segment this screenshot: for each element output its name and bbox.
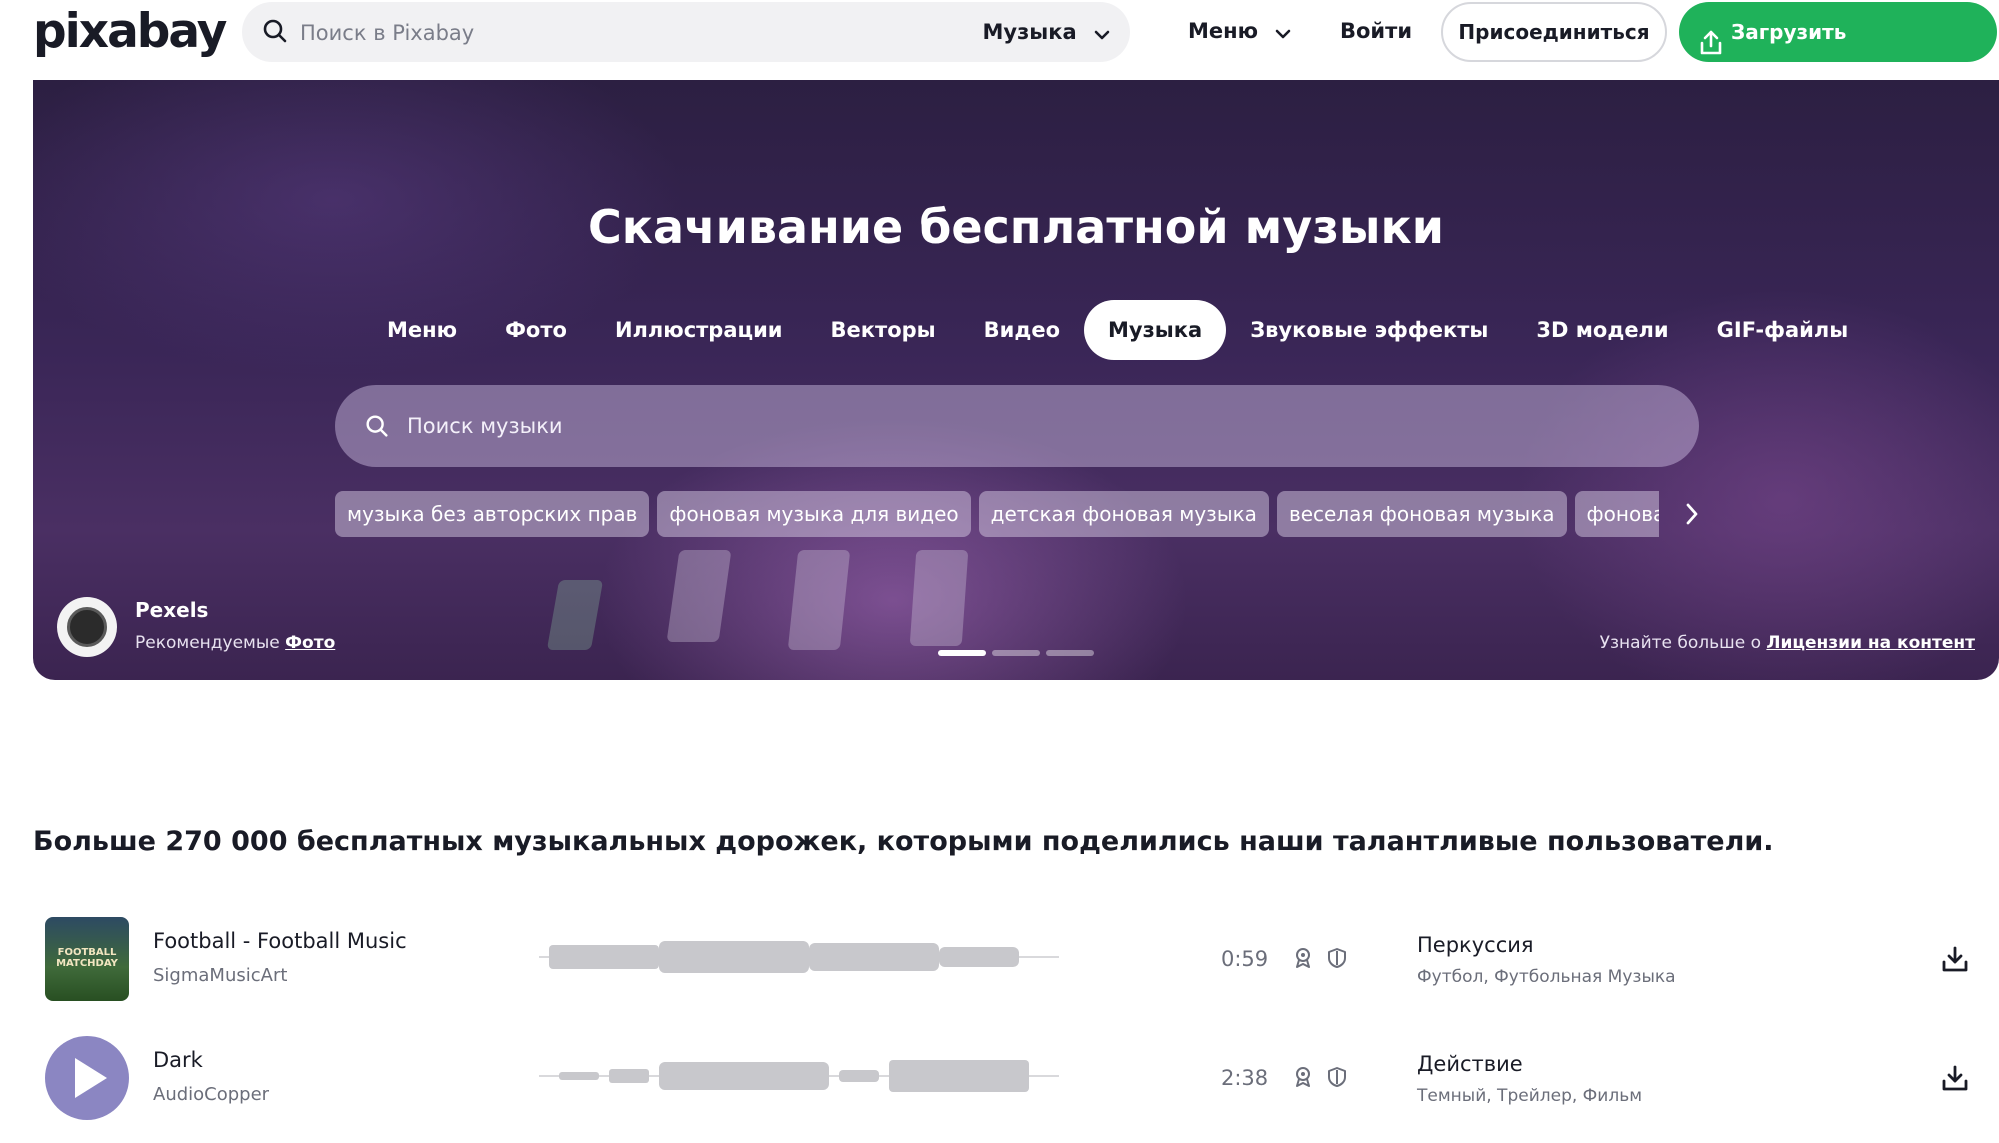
tab-videos[interactable]: Видео bbox=[960, 300, 1084, 360]
play-icon bbox=[73, 1056, 109, 1104]
search-icon bbox=[260, 16, 290, 50]
track-genre[interactable]: Действие bbox=[1417, 1052, 1523, 1076]
slide-dot[interactable] bbox=[938, 650, 986, 656]
shield-icon bbox=[1327, 947, 1347, 973]
suggestion-chip[interactable]: веселая фоновая музыка bbox=[1276, 491, 1567, 537]
shield-icon bbox=[1327, 1066, 1347, 1092]
track-genre[interactable]: Перкуссия bbox=[1417, 933, 1534, 957]
search-category-dropdown[interactable]: Музыка bbox=[982, 20, 1110, 45]
slide-dot[interactable] bbox=[992, 650, 1040, 656]
tab-music[interactable]: Музыка bbox=[1084, 300, 1227, 360]
download-icon[interactable] bbox=[1941, 1064, 1969, 1096]
track-tags[interactable]: Футбол, Футбольная Музыка bbox=[1417, 967, 1676, 987]
suggestion-chip[interactable]: фоновая bbox=[1574, 491, 1659, 537]
chevron-right-icon[interactable] bbox=[1685, 502, 1699, 530]
background-shape bbox=[666, 550, 732, 642]
suggestion-chip[interactable]: детская фоновая музыка bbox=[978, 491, 1269, 537]
track-author[interactable]: AudioCopper bbox=[153, 1084, 269, 1105]
license-prefix: Узнайте больше о bbox=[1599, 633, 1761, 653]
tab-photos[interactable]: Фото bbox=[481, 300, 591, 360]
tab-sound-effects[interactable]: Звуковые эффекты bbox=[1226, 300, 1512, 360]
nav-menu-dropdown[interactable]: Меню bbox=[1188, 19, 1291, 44]
award-icon bbox=[1293, 947, 1313, 973]
upload-button[interactable]: Загрузить фотографии bbox=[1679, 2, 1997, 104]
track-title[interactable]: Football - Football Music bbox=[153, 929, 407, 953]
hero-title: Скачивание бесплатной музыки bbox=[588, 200, 1444, 254]
credit-subtitle: Рекомендуемые Фото bbox=[135, 633, 335, 653]
tab-all[interactable]: Меню bbox=[363, 300, 481, 360]
track-waveform[interactable] bbox=[539, 937, 1059, 981]
hero-banner: Скачивание бесплатной музыки Меню Фото И… bbox=[33, 80, 1999, 680]
avatar[interactable] bbox=[57, 597, 117, 657]
download-icon[interactable] bbox=[1941, 945, 1969, 977]
credit-subtitle-prefix: Рекомендуемые bbox=[135, 633, 280, 653]
track-row[interactable]: FOOTBALL MATCHDAY Football - Football Mu… bbox=[33, 917, 1999, 1007]
background-shape bbox=[787, 550, 851, 650]
search-category-label: Музыка bbox=[982, 20, 1077, 44]
tab-3d-models[interactable]: 3D модели bbox=[1512, 300, 1692, 360]
track-cover-text: FOOTBALL MATCHDAY bbox=[56, 947, 118, 969]
license-link[interactable]: Лицензии на контент bbox=[1766, 633, 1975, 653]
upload-icon bbox=[1699, 19, 1723, 79]
search-icon bbox=[363, 412, 391, 444]
track-duration: 2:38 bbox=[1221, 1066, 1269, 1090]
nav-menu-label: Меню bbox=[1188, 19, 1259, 43]
track-title[interactable]: Dark bbox=[153, 1048, 203, 1072]
track-duration: 0:59 bbox=[1221, 947, 1269, 971]
track-waveform[interactable] bbox=[539, 1056, 1059, 1100]
tab-illustrations[interactable]: Иллюстрации bbox=[591, 300, 807, 360]
chevron-down-icon bbox=[1275, 20, 1291, 44]
award-icon bbox=[1293, 1066, 1313, 1092]
tab-gifs[interactable]: GIF-файлы bbox=[1693, 300, 1873, 360]
license-note: Узнайте больше о Лицензии на контент bbox=[1600, 633, 1975, 653]
music-search-placeholder: Поиск музыки bbox=[407, 414, 563, 438]
slide-dot[interactable] bbox=[1046, 650, 1094, 656]
join-button[interactable]: Присоединиться bbox=[1441, 2, 1667, 62]
tab-vectors[interactable]: Векторы bbox=[807, 300, 960, 360]
background-shape bbox=[546, 580, 604, 650]
background-shape bbox=[909, 550, 969, 646]
section-title: Больше 270 000 бесплатных музыкальных до… bbox=[33, 826, 1774, 857]
play-button[interactable] bbox=[45, 1036, 129, 1120]
pixabay-logo[interactable]: pixabay bbox=[33, 4, 227, 59]
track-tags[interactable]: Темный, Трейлер, Фильм bbox=[1417, 1086, 1642, 1106]
slide-indicator bbox=[938, 650, 1094, 656]
track-author[interactable]: SigmaMusicArt bbox=[153, 965, 287, 986]
media-type-tabs: Меню Фото Иллюстрации Векторы Видео Музы… bbox=[363, 300, 1872, 360]
chevron-down-icon bbox=[1094, 21, 1110, 45]
music-search-input[interactable]: Поиск музыки bbox=[335, 385, 1699, 467]
suggestion-chip[interactable]: фоновая музыка для видео bbox=[657, 491, 971, 537]
top-search-placeholder[interactable]: Поиск в Pixabay bbox=[300, 21, 474, 45]
top-header: pixabay Поиск в Pixabay Музыка Меню Войт… bbox=[0, 0, 1999, 104]
track-cover[interactable]: FOOTBALL MATCHDAY bbox=[45, 917, 129, 1001]
top-search-bar[interactable]: Поиск в Pixabay Музыка bbox=[242, 2, 1130, 62]
credit-photos-link[interactable]: Фото bbox=[285, 633, 335, 653]
track-row[interactable]: Dark AudioCopper 2:38 Действие Темный, Т… bbox=[33, 1036, 1999, 1126]
credit-author[interactable]: Pexels bbox=[135, 598, 208, 622]
suggested-searches: музыка без авторских прав фоновая музыка … bbox=[335, 491, 1659, 539]
login-link[interactable]: Войти bbox=[1340, 19, 1412, 43]
suggestion-chip[interactable]: музыка без авторских прав bbox=[335, 491, 650, 537]
